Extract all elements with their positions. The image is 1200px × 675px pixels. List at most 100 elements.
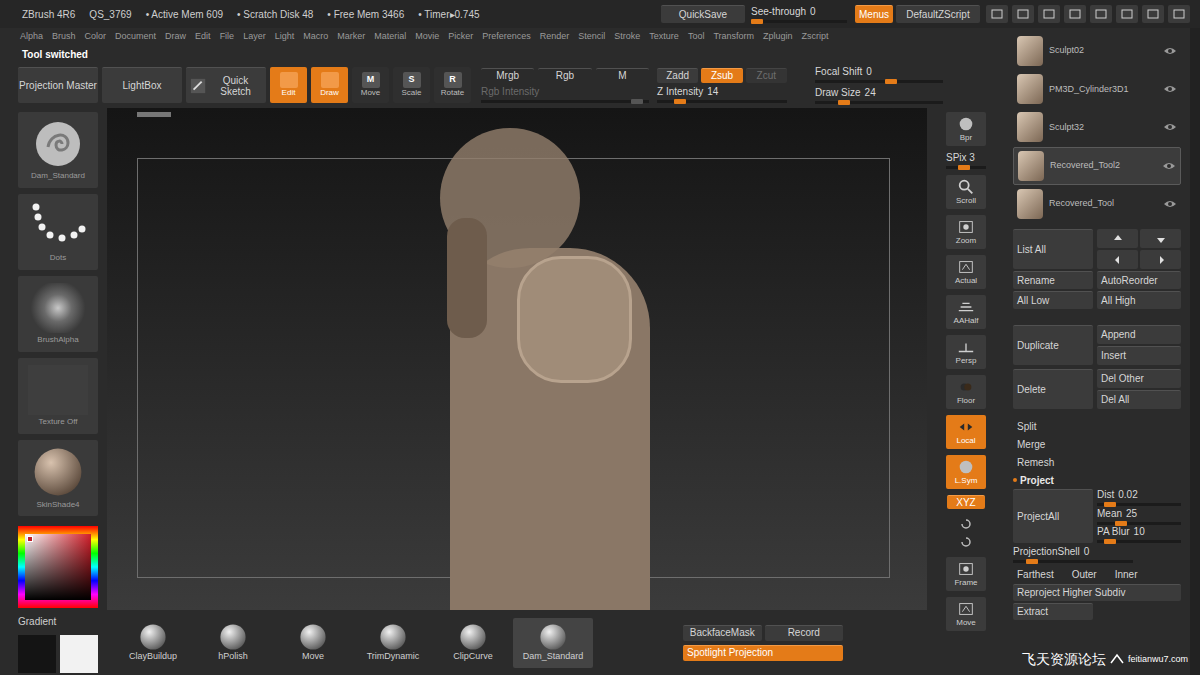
brush-button[interactable]: Dam_Standard	[513, 618, 593, 668]
xyz-toggle[interactable]: XYZ	[947, 495, 985, 509]
eye-icon[interactable]	[1163, 122, 1177, 132]
view-button[interactable]: Persp	[946, 335, 986, 369]
list-all-button[interactable]: List All	[1013, 229, 1093, 269]
view-button[interactable]: Floor	[946, 375, 986, 409]
see-through-slider[interactable]: See-through0	[751, 6, 847, 23]
slider-handle[interactable]	[1115, 521, 1127, 526]
subtool-item[interactable]: Recovered_Tool2	[1013, 147, 1181, 185]
brush-button[interactable]: TrimDynamic	[353, 618, 433, 668]
rotate-icon[interactable]	[959, 535, 973, 549]
tool-thumbnail[interactable]: Dots	[18, 194, 98, 270]
panel-scroll-strip[interactable]	[1190, 28, 1200, 675]
menu-item[interactable]: Movie	[415, 30, 439, 44]
window-control-button[interactable]	[1142, 5, 1164, 23]
projection-shell-slider[interactable]: ProjectionShell0	[1013, 546, 1133, 563]
rename-button[interactable]: Rename	[1013, 271, 1093, 289]
shell-mode-option[interactable]: Farthest	[1017, 567, 1054, 582]
extract-button[interactable]: Extract	[1013, 603, 1093, 620]
menu-item[interactable]: Color	[85, 30, 107, 44]
tool-thumbnail[interactable]: Dam_Standard	[18, 112, 98, 188]
reproject-button[interactable]: Reproject Higher Subdiv	[1013, 584, 1181, 601]
canvas[interactable]	[107, 108, 927, 610]
eye-icon[interactable]	[1162, 161, 1176, 171]
view-button[interactable]: Local	[946, 415, 986, 449]
view-button[interactable]: Zoom	[946, 215, 986, 249]
slider-handle[interactable]	[1104, 502, 1116, 507]
slider-handle[interactable]	[1104, 539, 1116, 544]
menu-item[interactable]: Macro	[303, 30, 328, 44]
project-all-button[interactable]: ProjectAll	[1013, 489, 1093, 543]
menu-item[interactable]: Draw	[165, 30, 186, 44]
projection-slider[interactable]: Dist0.02	[1097, 489, 1181, 506]
shell-mode-option[interactable]: Inner	[1115, 567, 1138, 582]
projection-master-button[interactable]: Projection Master	[18, 67, 98, 103]
lightbox-button[interactable]: LightBox	[102, 67, 182, 103]
projection-slider[interactable]: Mean25	[1097, 508, 1181, 525]
rgb-intensity-slider[interactable]: Rgb Intensity	[481, 86, 649, 103]
gradient-swatch[interactable]	[18, 635, 56, 673]
menu-item[interactable]: Marker	[337, 30, 365, 44]
draw-size-slider[interactable]: Draw Size24	[815, 87, 943, 104]
canvas-scrollbar[interactable]	[137, 112, 171, 117]
view-button[interactable]: L.Sym	[946, 455, 986, 489]
subpalette-header[interactable]: Merge	[1013, 435, 1181, 453]
spotlight-projection-button[interactable]: Spotlight Projection	[683, 645, 843, 661]
backface-mask-button[interactable]: BackfaceMask	[683, 625, 762, 641]
arrow-button[interactable]	[1140, 229, 1181, 248]
shell-mode-option[interactable]: Outer	[1072, 567, 1097, 582]
subtool-item[interactable]: Sculpt32	[1013, 108, 1181, 146]
window-control-button[interactable]	[1168, 5, 1190, 23]
window-control-button[interactable]	[986, 5, 1008, 23]
subpalette-header[interactable]: Remesh	[1013, 453, 1181, 471]
color-picker[interactable]	[18, 526, 98, 608]
slider-handle[interactable]	[838, 100, 850, 105]
slider-handle[interactable]	[885, 79, 897, 84]
view-button[interactable]: Bpr	[946, 112, 986, 146]
z-intensity-slider[interactable]: Z Intensity14	[657, 86, 787, 103]
subtool-item[interactable]: Sculpt02	[1013, 32, 1181, 70]
view-button[interactable]: Scroll	[946, 175, 986, 209]
color-mode-button[interactable]: Rgb	[538, 68, 591, 83]
all-low-button[interactable]: All Low	[1013, 291, 1093, 309]
brush-button[interactable]: hPolish	[193, 618, 273, 668]
slider-handle[interactable]	[751, 19, 763, 24]
gradient-swatch[interactable]	[60, 635, 98, 673]
menu-item[interactable]: Zscript	[802, 30, 829, 44]
menu-item[interactable]: Material	[374, 30, 406, 44]
mode-button[interactable]: MMove	[352, 67, 389, 103]
view-button[interactable]: Move	[946, 597, 986, 631]
spix-slider[interactable]: SPix 3	[946, 152, 986, 169]
view-button[interactable]: Actual	[946, 255, 986, 289]
del-other-button[interactable]: Del Other	[1097, 369, 1181, 388]
menu-item[interactable]: Brush	[52, 30, 76, 44]
slider-handle[interactable]	[674, 99, 686, 104]
mode-button[interactable]: SScale	[393, 67, 430, 103]
menu-item[interactable]: Preferences	[482, 30, 531, 44]
menu-item[interactable]: Picker	[448, 30, 473, 44]
menu-item[interactable]: Stroke	[614, 30, 640, 44]
eye-icon[interactable]	[1163, 199, 1177, 209]
color-mode-button[interactable]: Mrgb	[481, 68, 534, 83]
eye-icon[interactable]	[1163, 46, 1177, 56]
slider-handle[interactable]	[958, 165, 970, 170]
menu-item[interactable]: Edit	[195, 30, 211, 44]
menu-item[interactable]: Texture	[649, 30, 679, 44]
brush-button[interactable]: ClipCurve	[433, 618, 513, 668]
arrow-button[interactable]	[1140, 250, 1181, 269]
duplicate-button[interactable]: Duplicate	[1013, 325, 1093, 365]
arrow-button[interactable]	[1097, 250, 1138, 269]
record-button[interactable]: Record	[765, 625, 844, 641]
menu-item[interactable]: Tool	[688, 30, 705, 44]
z-mode-button[interactable]: Zcut	[746, 68, 787, 83]
z-mode-button[interactable]: Zsub	[701, 68, 742, 83]
window-control-button[interactable]	[1012, 5, 1034, 23]
subtool-item[interactable]: PM3D_Cylinder3D1	[1013, 70, 1181, 108]
slider-handle[interactable]	[631, 99, 643, 104]
menu-item[interactable]: Render	[540, 30, 570, 44]
z-mode-button[interactable]: Zadd	[657, 68, 698, 83]
quick-sketch-button[interactable]: Quick Sketch	[186, 67, 266, 103]
project-header[interactable]: Project	[1013, 471, 1181, 489]
projection-slider[interactable]: PA Blur10	[1097, 526, 1181, 543]
menus-button[interactable]: Menus	[855, 5, 893, 23]
tool-thumbnail[interactable]: SkinShade4	[18, 440, 98, 516]
